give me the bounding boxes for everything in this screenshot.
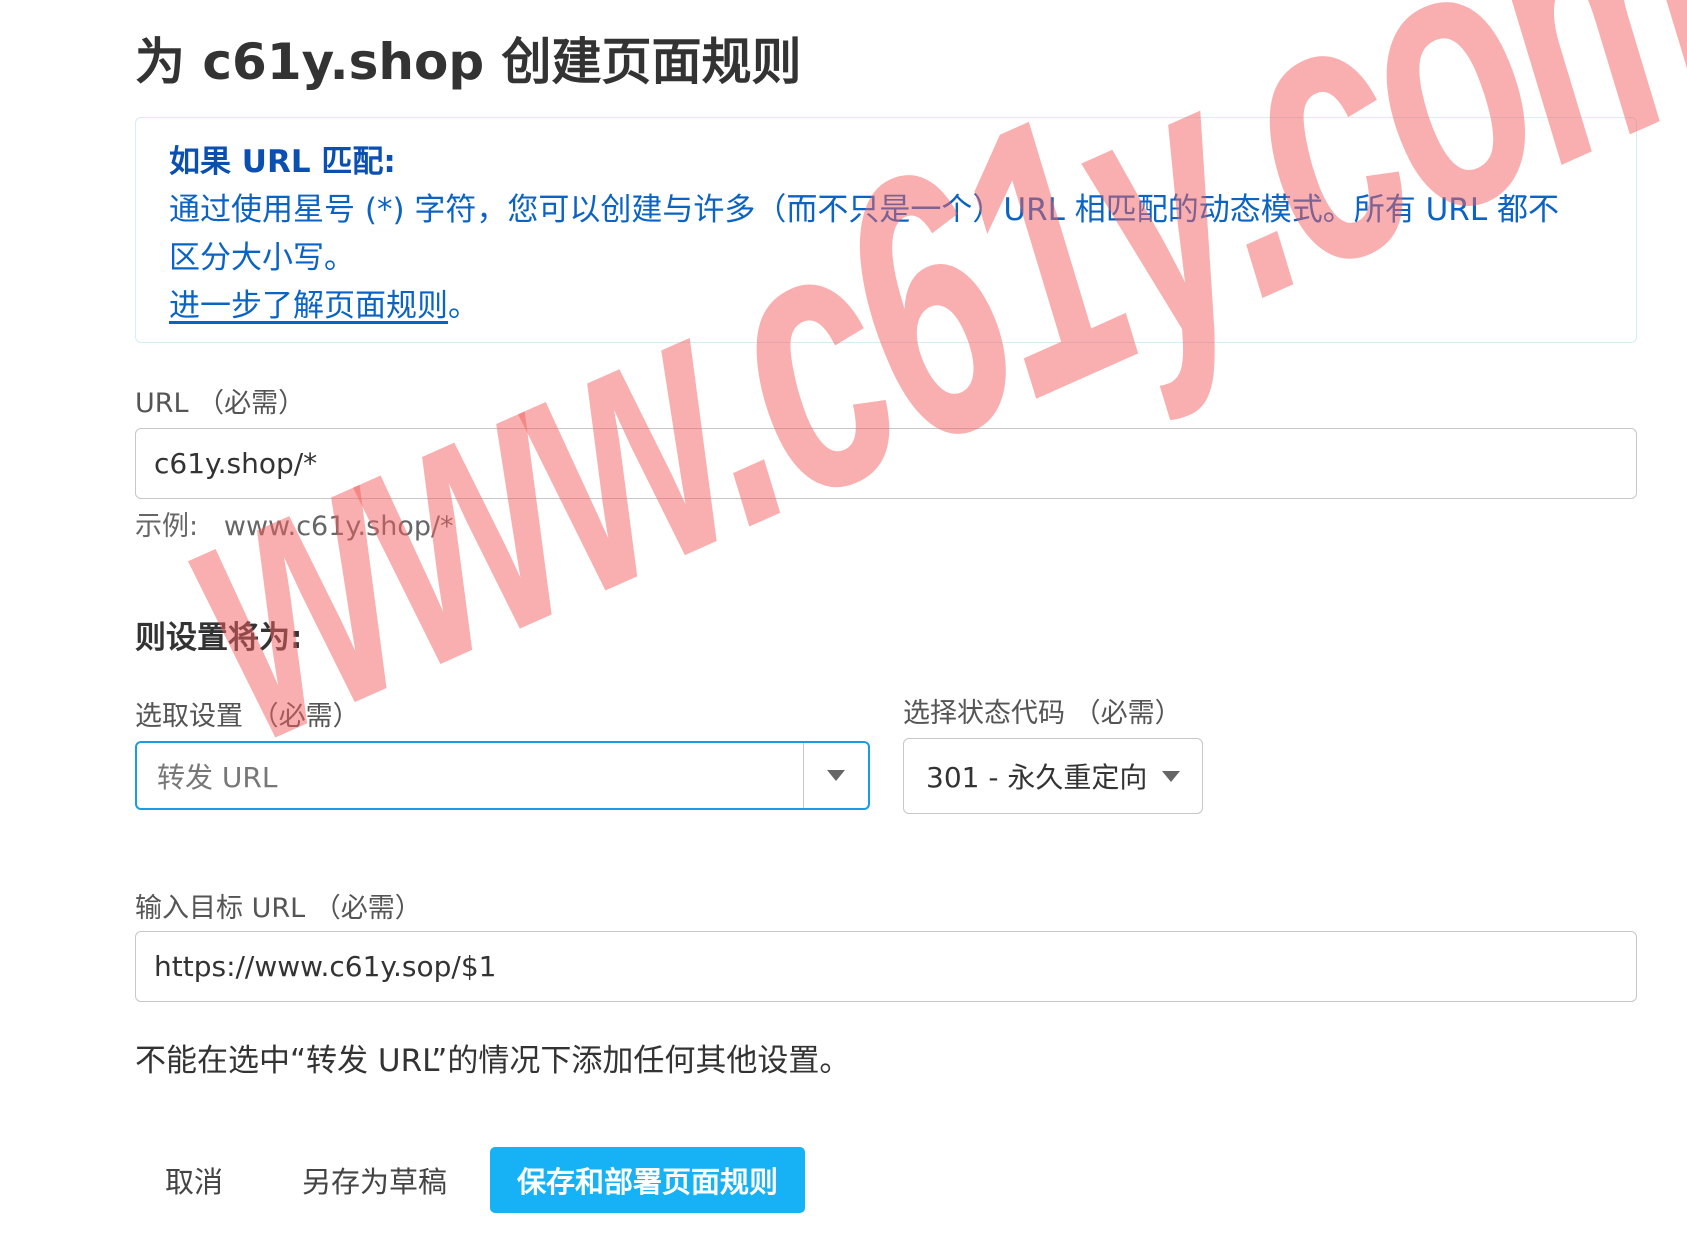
setting-select-toggle[interactable] (803, 743, 868, 808)
learn-more-link[interactable]: 进一步了解页面规则 (169, 288, 448, 324)
target-url-input[interactable] (135, 931, 1637, 1002)
url-label: URL （必需） (135, 388, 306, 419)
save-draft-button[interactable]: 另存为草稿 (272, 1147, 477, 1213)
settings-heading: 则设置将为: (135, 620, 303, 656)
cancel-button[interactable]: 取消 (135, 1147, 253, 1213)
setting-select[interactable]: 转发 URL (135, 741, 870, 810)
info-link-line: 进一步了解页面规则。 (169, 282, 1603, 330)
example-prefix: 示例: (135, 511, 199, 542)
chevron-down-icon (1162, 770, 1180, 782)
info-body-line-2: 区分大小写。 (169, 240, 355, 276)
example-value: www.c61y.shop/* (223, 511, 454, 542)
info-link-suffix: 。 (448, 288, 479, 324)
forwarding-notice: 不能在选中“转发 URL”的情况下添加任何其他设置。 (135, 1043, 851, 1079)
info-heading: 如果 URL 匹配: (169, 144, 396, 180)
setting-select-value: 转发 URL (157, 760, 278, 794)
chevron-down-icon (827, 770, 845, 781)
info-body-line-1: 通过使用星号 (*) 字符，您可以创建与许多（而不只是一个）URL 相匹配的动态… (169, 192, 1559, 228)
url-example: 示例: www.c61y.shop/* (135, 504, 454, 543)
save-deploy-button[interactable]: 保存和部署页面规则 (490, 1147, 805, 1213)
url-match-info-box: 如果 URL 匹配: 通过使用星号 (*) 字符，您可以创建与许多（而不只是一个… (135, 117, 1637, 343)
status-code-label: 选择状态代码 （必需） (903, 698, 1182, 729)
target-url-label: 输入目标 URL （必需） (135, 893, 422, 924)
url-input[interactable] (135, 428, 1637, 499)
status-code-select-value: 301 - 永久重定向 (926, 761, 1148, 794)
page-title: 为 c61y.shop 创建页面规则 (135, 33, 802, 91)
setting-label: 选取设置 （必需） (135, 701, 360, 732)
status-code-select[interactable]: 301 - 永久重定向 (903, 738, 1203, 814)
